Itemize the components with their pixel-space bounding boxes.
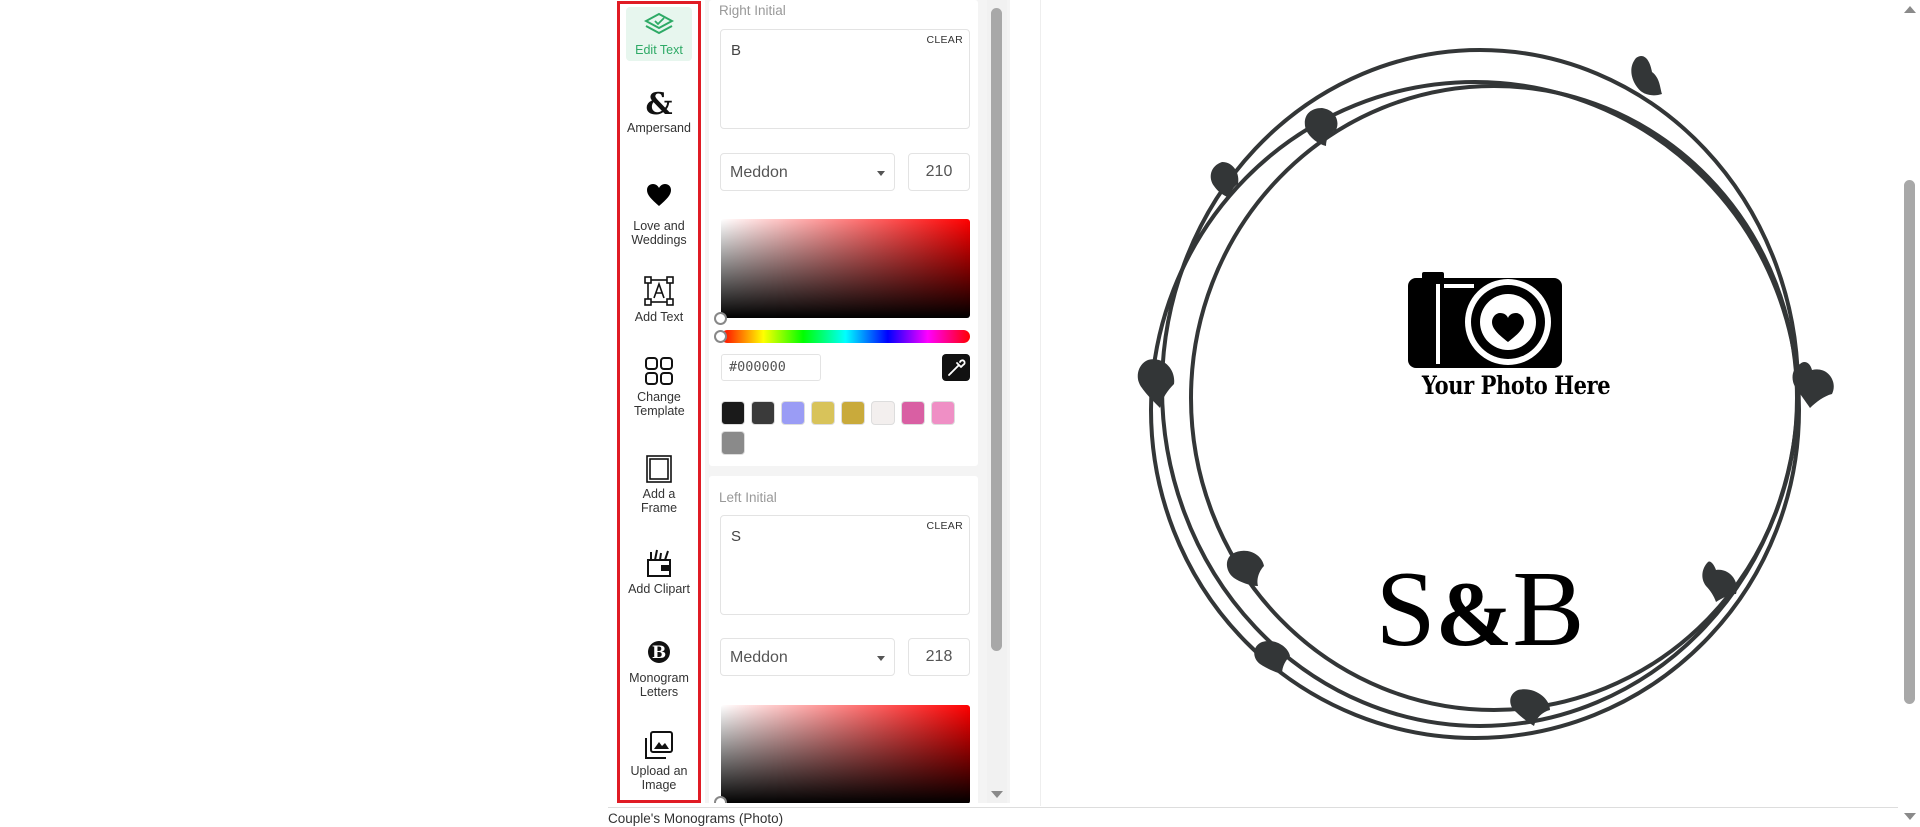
svg-text:&: & [645, 87, 672, 117]
swatch-periwinkle[interactable] [781, 401, 805, 425]
swatch-black-white-marble[interactable] [721, 431, 745, 455]
caret-down-icon [877, 656, 885, 661]
eyedropper-button[interactable] [942, 354, 970, 381]
left-initial-value: S [731, 528, 742, 545]
template-title: Couple's Monograms (Photo) [608, 811, 784, 826]
swatch-pink-marble[interactable] [901, 401, 925, 425]
font-select-value: Meddon [730, 649, 788, 666]
eyedropper-icon [948, 359, 966, 376]
monogram-ampersand[interactable]: & [1436, 563, 1513, 665]
hue-handle[interactable] [714, 330, 727, 343]
grid-icon [645, 357, 673, 385]
right-initial-card: Right Initial B CLEAR Meddon 210 #000000 [709, 0, 978, 466]
image-upload-icon [645, 731, 673, 759]
scroll-down-arrow-icon[interactable] [991, 791, 1003, 798]
swatch-white-marble[interactable] [871, 401, 895, 425]
panel-scrollbar-thumb[interactable] [991, 8, 1002, 651]
left-initial-label: Left Initial [719, 490, 777, 505]
tool-label: Change Template [634, 390, 685, 418]
right-initial-size-input[interactable]: 210 [908, 153, 970, 191]
divider [608, 807, 1898, 808]
hex-color-input[interactable]: #000000 [721, 354, 821, 381]
right-initial-clear-button[interactable]: CLEAR [926, 34, 963, 46]
clipart-icon [647, 549, 671, 577]
design-canvas[interactable] [1040, 0, 1868, 806]
right-initial-value: B [731, 42, 742, 59]
tool-label: Ampersand [627, 121, 691, 135]
swatch-pink[interactable] [931, 401, 955, 425]
swatch-gold-glitter[interactable] [811, 401, 835, 425]
monogram-left-initial[interactable]: S [1376, 550, 1436, 669]
monogram-text[interactable]: S&B [1340, 556, 1620, 664]
left-initial-textarea[interactable]: S CLEAR [720, 515, 970, 615]
left-initial-clear-button[interactable]: CLEAR [926, 520, 963, 532]
tool-sidebar: Edit Text & Ampersand Love and Weddings [617, 1, 701, 803]
left-color-saturation-picker[interactable] [721, 705, 970, 803]
left-initial-card: Left Initial S CLEAR Meddon 218 [709, 476, 978, 803]
left-initial-size-input[interactable]: 218 [908, 638, 970, 676]
tool-monogram-letters[interactable]: B Monogram Letters [620, 637, 698, 699]
tool-love-and-weddings[interactable]: Love and Weddings [620, 183, 698, 247]
frame-icon [646, 455, 672, 483]
right-initial-font-select[interactable]: Meddon [720, 153, 895, 191]
tool-add-text[interactable]: Add Text [620, 276, 698, 324]
caret-down-icon [877, 171, 885, 176]
left-initial-font-select[interactable]: Meddon [720, 638, 895, 676]
tool-label: Add Clipart [628, 582, 690, 596]
swatch-charcoal[interactable] [751, 401, 775, 425]
tool-label: Monogram Letters [629, 671, 689, 699]
tool-ampersand[interactable]: & Ampersand [620, 87, 698, 135]
svg-text:B: B [652, 643, 666, 663]
saturation-handle[interactable] [714, 796, 727, 803]
monogram-right-initial[interactable]: B [1512, 550, 1584, 669]
right-initial-textarea[interactable]: B CLEAR [720, 29, 970, 129]
swatch-gold[interactable] [841, 401, 865, 425]
saturation-handle[interactable] [714, 312, 727, 325]
edit-text-layers-icon [644, 12, 674, 35]
tool-change-template[interactable]: Change Template [620, 356, 698, 418]
tool-edit-text[interactable]: Edit Text [626, 7, 692, 61]
page-scroll-up-arrow-icon[interactable] [1904, 6, 1916, 13]
tool-add-clipart[interactable]: Add Clipart [620, 548, 698, 596]
tool-label: Add Text [634, 310, 684, 324]
ampersand-icon: & [645, 87, 672, 117]
color-saturation-picker[interactable] [721, 219, 970, 318]
hue-slider[interactable] [721, 330, 970, 343]
tool-upload-image[interactable]: Upload an Image [620, 730, 698, 792]
tool-label: Love and Weddings [631, 219, 687, 247]
tool-label: Add a Frame [640, 487, 678, 515]
tool-label: Edit Text [635, 43, 683, 57]
page-scroll-down-arrow-icon[interactable] [1904, 813, 1916, 820]
tool-add-frame[interactable]: Add a Frame [620, 455, 698, 515]
heart-icon [647, 184, 671, 206]
editor-app: Edit Text & Ampersand Love and Weddings [0, 0, 1920, 827]
swatch-black-marble[interactable] [721, 401, 745, 425]
page-scrollbar-thumb[interactable] [1904, 180, 1915, 704]
monogram-b-icon: B [648, 641, 670, 663]
photo-placeholder-caption: Your Photo Here [1421, 371, 1611, 400]
tool-label: Upload an Image [630, 764, 688, 792]
add-text-icon [644, 276, 674, 306]
font-select-value: Meddon [730, 164, 788, 181]
text-editor-panel: Right Initial B CLEAR Meddon 210 #000000 [705, 0, 1010, 803]
right-initial-label: Right Initial [719, 3, 786, 18]
